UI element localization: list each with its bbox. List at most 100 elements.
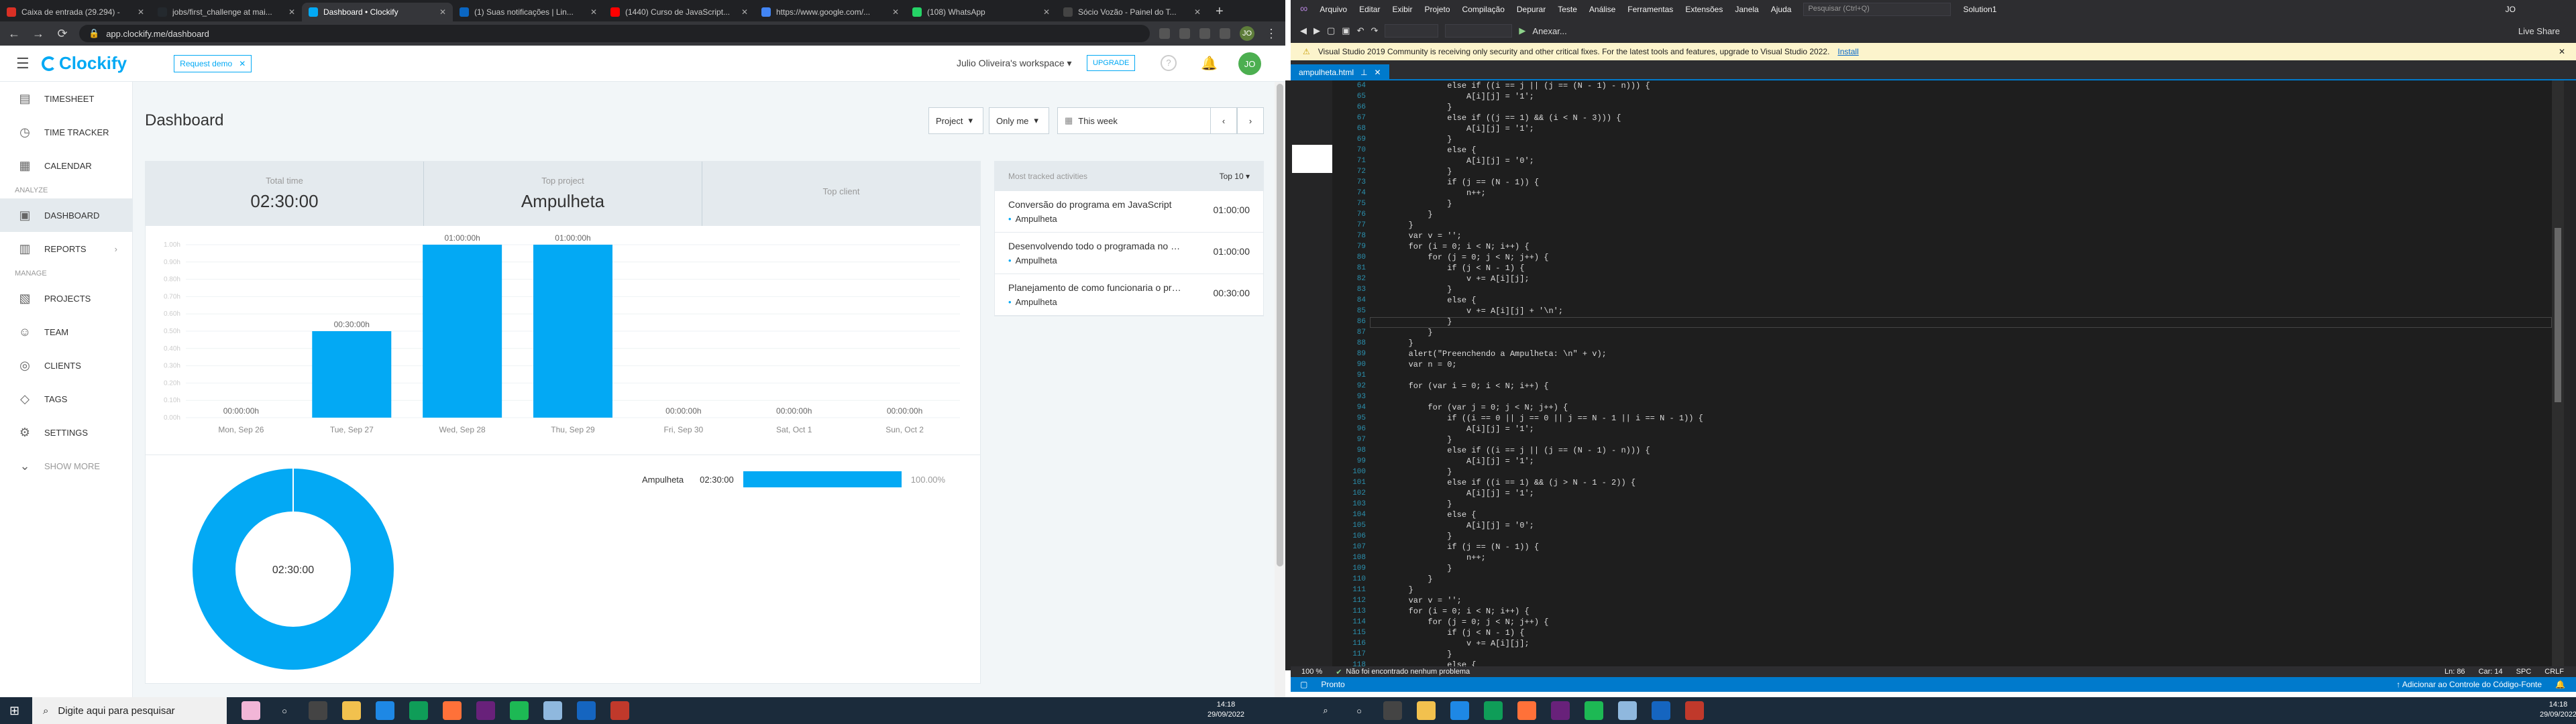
top-selector[interactable]: Top 10 ▾ <box>1220 172 1250 181</box>
close-icon[interactable]: ✕ <box>1194 7 1201 17</box>
chrome-icon[interactable] <box>409 701 428 720</box>
code-line[interactable]: } <box>1370 434 2552 445</box>
visual-studio-icon[interactable] <box>476 701 495 720</box>
code-line[interactable]: A[i][j] = '1'; <box>1370 488 2552 499</box>
code-line[interactable]: } <box>1370 585 2552 595</box>
sidebar-item-tags[interactable]: ◇ TAGS <box>0 382 132 416</box>
new-file-icon[interactable]: ▢ <box>1327 25 1335 36</box>
sidebar-item-calendar[interactable]: ▦ CALENDAR <box>0 149 132 182</box>
app-icon[interactable] <box>577 701 596 720</box>
sidebar-show-more[interactable]: ⌄ SHOW MORE <box>0 449 132 483</box>
sidebar-item-time-tracker[interactable]: ◷ TIME TRACKER <box>0 115 132 149</box>
code-line[interactable]: v += A[i][j]; <box>1370 638 2552 649</box>
previous-week-button[interactable]: ‹ <box>1210 107 1237 134</box>
menu-item[interactable]: Projeto <box>1424 5 1450 14</box>
sidebar-item-settings[interactable]: ⚙ SETTINGS <box>0 416 132 449</box>
menu-item[interactable]: Ajuda <box>1771 5 1792 14</box>
code-line[interactable]: } <box>1370 166 2552 177</box>
spotify-icon[interactable] <box>510 701 529 720</box>
forward-icon[interactable]: ▶ <box>1313 25 1320 36</box>
task-view-icon[interactable]: ○ <box>1350 701 1368 720</box>
save-icon[interactable]: ▣ <box>1342 25 1350 36</box>
browser-tab[interactable]: Caixa de entrada (29.294) - ✕ <box>0 3 151 21</box>
browser-tab[interactable]: https://www.google.com/... ✕ <box>755 3 906 21</box>
menu-item[interactable]: Depurar <box>1517 5 1546 14</box>
redo-icon[interactable]: ↷ <box>1371 25 1379 36</box>
code-line[interactable]: n++; <box>1370 188 2552 198</box>
install-link[interactable]: Install <box>1837 47 1858 56</box>
code-line[interactable]: else { <box>1370 509 2552 520</box>
chrome-icon[interactable] <box>1484 701 1503 720</box>
config-dropdown[interactable] <box>1385 24 1439 38</box>
search-icon[interactable]: ⌕ <box>1316 701 1335 720</box>
sidebar-item-timesheet[interactable]: ▤ TIMESHEET <box>0 82 132 115</box>
attach-button[interactable]: Anexar... <box>1532 26 1566 36</box>
source-control-button[interactable]: ↑ Adicionar ao Controle do Código-Fonte <box>2396 680 2542 689</box>
store-icon[interactable] <box>1450 701 1469 720</box>
undo-icon[interactable]: ↶ <box>1357 25 1364 36</box>
code-line[interactable]: A[i][j] = '0'; <box>1370 520 2552 531</box>
code-line[interactable]: A[i][j] = '0'; <box>1370 156 2552 166</box>
close-icon[interactable]: ✕ <box>439 7 446 17</box>
code-line[interactable]: } <box>1370 574 2552 585</box>
sidebar-item-dashboard[interactable]: ▣ DASHBOARD <box>0 198 132 232</box>
task-view-icon[interactable]: ○ <box>275 701 294 720</box>
back-icon[interactable]: ← <box>7 27 21 41</box>
hamburger-icon[interactable]: ☰ <box>16 55 30 72</box>
request-demo-button[interactable]: Request demo ✕ <box>174 54 252 72</box>
browser-tab[interactable]: (1) Suas notificações | Lin... ✕ <box>453 3 604 21</box>
activity-row[interactable]: Desenvolvendo todo o programada no Node A… <box>995 233 1263 274</box>
code-line[interactable]: n++; <box>1370 552 2552 563</box>
firefox-icon[interactable] <box>1517 701 1536 720</box>
close-icon[interactable]: ✕ <box>138 7 144 17</box>
vs-search-box[interactable]: Pesquisar (Ctrl+Q) <box>1803 3 1951 16</box>
code-line[interactable]: else { <box>1370 145 2552 156</box>
user-filter[interactable]: Only me ▾ <box>989 107 1049 134</box>
code-line[interactable]: A[i][j] = '1'; <box>1370 456 2552 467</box>
app-icon[interactable] <box>1685 701 1704 720</box>
editor-scrollbar-thumb[interactable] <box>2555 228 2561 402</box>
menu-item[interactable]: Análise <box>1589 5 1615 14</box>
code-line[interactable]: var v = ''; <box>1370 595 2552 606</box>
project-filter[interactable]: Project ▾ <box>928 107 983 134</box>
code-line[interactable]: if (j == (N - 1)) { <box>1370 542 2552 552</box>
code-line[interactable]: A[i][j] = '1'; <box>1370 123 2552 134</box>
taskbar-search[interactable]: ⌕ Digite aqui para pesquisar <box>32 697 227 724</box>
platform-dropdown[interactable] <box>1445 24 1513 38</box>
extension-icon[interactable] <box>1179 28 1190 39</box>
code-line[interactable]: } <box>1370 198 2552 209</box>
code-line[interactable]: } <box>1370 649 2552 660</box>
code-line[interactable]: } <box>1370 209 2552 220</box>
spotify-icon[interactable] <box>1585 701 1603 720</box>
menu-item[interactable]: Compilação <box>1462 5 1505 14</box>
close-icon[interactable]: ✕ <box>892 7 899 17</box>
code-line[interactable] <box>1370 370 2552 381</box>
code-line[interactable]: } <box>1370 563 2552 574</box>
sidebar-item-projects[interactable]: ▧ PROJECTS <box>0 282 132 315</box>
code-line[interactable]: var v = ''; <box>1370 231 2552 241</box>
code-line[interactable]: } <box>1370 220 2552 231</box>
issues-text[interactable]: Não foi encontrado nenhum problema <box>1346 668 1470 676</box>
code-line[interactable]: if ((i == 0 || j == 0 || j == N - 1 || i… <box>1370 413 2552 424</box>
menu-item[interactable]: Exibir <box>1392 5 1412 14</box>
code-line[interactable]: for (j = 0; j < N; j++) { <box>1370 252 2552 263</box>
address-bar[interactable]: 🔒 app.clockify.me/dashboard <box>79 25 1150 42</box>
zoom-level[interactable]: 100 % <box>1301 668 1322 676</box>
live-share-button[interactable]: Live Share <box>2518 26 2560 36</box>
code-line[interactable] <box>1370 391 2552 402</box>
taskbar-clock[interactable]: 14:18 29/09/2022 <box>2540 700 2576 720</box>
user-avatar[interactable]: JO <box>1238 52 1261 75</box>
firefox-icon[interactable] <box>443 701 462 720</box>
file-explorer-icon[interactable] <box>342 701 361 720</box>
clockify-logo[interactable]: Clockify <box>42 53 127 74</box>
code-line[interactable]: for (i = 0; i < N; i++) { <box>1370 241 2552 252</box>
menu-item[interactable]: Arquivo <box>1320 5 1347 14</box>
new-tab-button[interactable]: + <box>1208 3 1232 21</box>
app-icon[interactable] <box>1652 701 1670 720</box>
menu-item[interactable]: Teste <box>1558 5 1577 14</box>
page-scrollbar-thumb[interactable] <box>1277 84 1283 566</box>
code-editor[interactable]: else if ((i == j || (j == (N - 1) - n)))… <box>1370 80 2552 670</box>
code-line[interactable]: else if ((i == j || (j == (N - 1) - n)))… <box>1370 445 2552 456</box>
close-icon[interactable]: ✕ <box>2559 47 2565 56</box>
notification-bell-icon[interactable]: 🔔 <box>2555 680 2565 689</box>
